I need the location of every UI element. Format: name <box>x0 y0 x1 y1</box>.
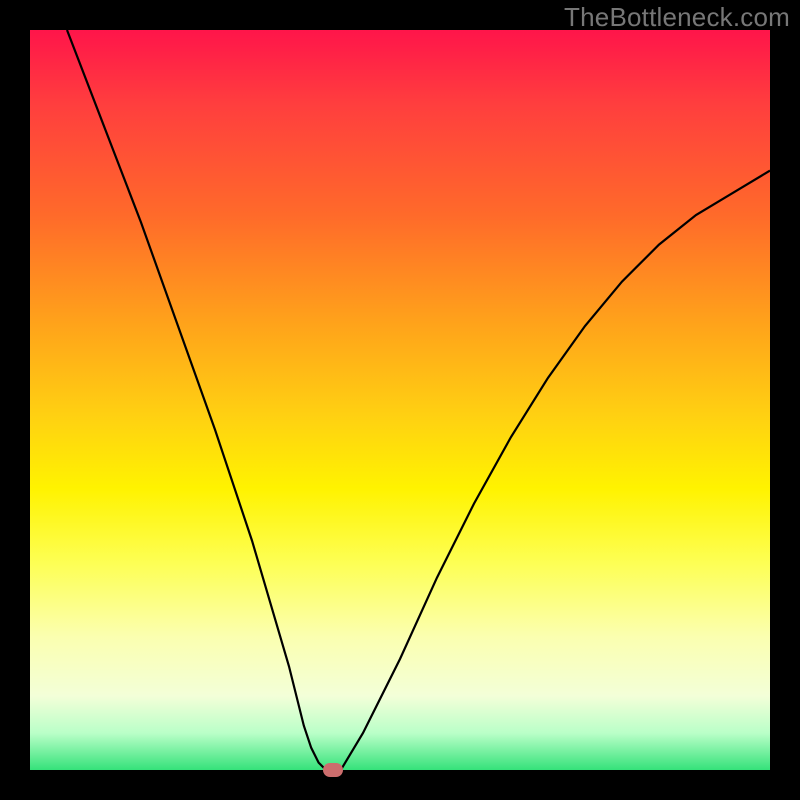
curve-svg <box>30 30 770 770</box>
curve-path <box>67 30 770 770</box>
plot-area <box>30 30 770 770</box>
watermark-text: TheBottleneck.com <box>564 2 790 33</box>
minimum-marker <box>323 763 343 777</box>
